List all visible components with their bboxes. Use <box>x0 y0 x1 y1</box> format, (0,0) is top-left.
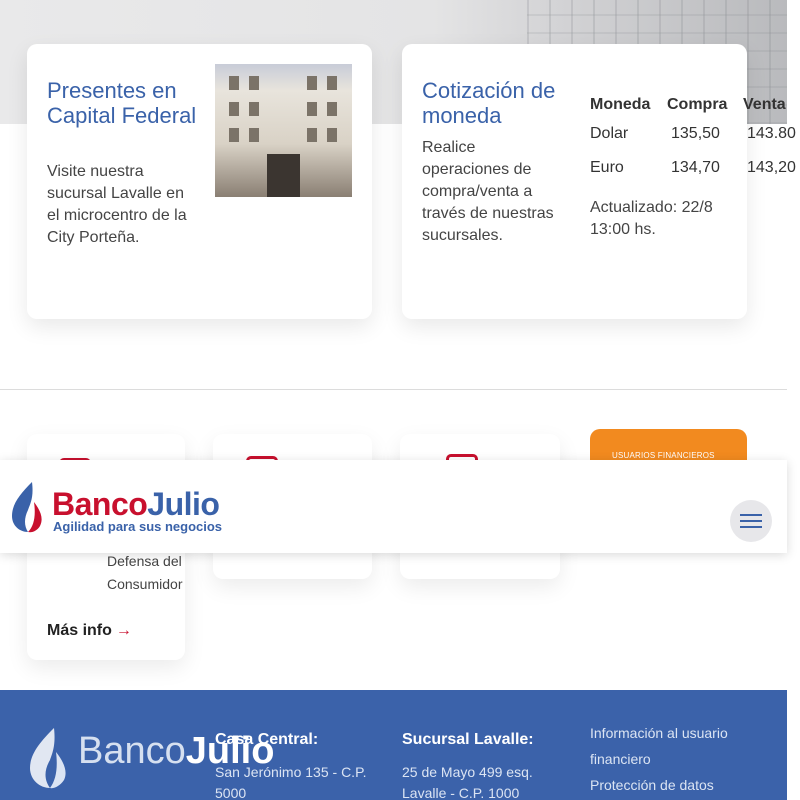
footer: BancoJulio Casa Central: San Jerónimo 13… <box>0 690 787 800</box>
promo-label: USUARIOS FINANCIEROS <box>612 451 715 460</box>
logo-word-julio: Julio <box>147 486 220 522</box>
casa-central-title: Casa Central: <box>215 731 319 748</box>
row-currency: Dolar <box>590 125 629 142</box>
menu-button[interactable] <box>730 500 772 542</box>
logo-wordmark: BancoJulio <box>52 486 220 523</box>
row-buy: 135,50 <box>671 125 720 142</box>
header-moneda: Moneda <box>590 96 651 113</box>
flame-logo-icon <box>12 482 42 533</box>
header-venta: Venta <box>743 96 786 113</box>
footer-links: Información al usuario financiero Protec… <box>590 720 750 798</box>
hamburger-line <box>740 526 762 528</box>
section-divider <box>0 389 787 390</box>
updated-note: Actualizado: 22/8 13:00 hs. <box>590 199 713 238</box>
currency-card: Cotización de moneda Realice operaciones… <box>402 44 796 319</box>
logo-tagline: Agilidad para sus negocios <box>53 519 223 534</box>
currency-card-text: Realice operaciones de compra/venta a tr… <box>422 139 554 244</box>
more-info-label: Más info <box>47 622 112 639</box>
row-currency: Euro <box>590 159 624 176</box>
arrow-right-icon: → <box>115 622 132 639</box>
sucursal-lavalle-title: Sucursal Lavalle: <box>402 731 534 748</box>
header-compra: Compra <box>667 96 728 113</box>
row-sell: 143.80 <box>747 125 796 142</box>
more-info-link[interactable]: Más info → <box>47 622 132 640</box>
footer-link-data-protection[interactable]: Protección de datos <box>590 772 750 798</box>
capital-card-text: Visite nuestra sucursal Lavalle en el mi… <box>47 163 187 246</box>
sucursal-lavalle-address: 25 de Mayo 499 esq. Lavalle - C.P. 1000 <box>402 764 533 800</box>
footer-link-user-info[interactable]: Información al usuario financiero <box>590 720 750 772</box>
footer-word-banco: Banco <box>78 730 186 772</box>
capital-card: Presentes en Capital Federal Visite nues… <box>27 44 372 319</box>
capital-card-title: Presentes en Capital Federal <box>47 78 197 128</box>
hamburger-line <box>740 520 762 522</box>
logo-word-banco: Banco <box>52 486 148 522</box>
hamburger-icon <box>740 514 762 516</box>
consumer-text: Defensa del Consumidor <box>107 553 183 592</box>
casa-central-address: San Jerónimo 135 - C.P. 5000 <box>215 764 367 800</box>
branch-photo <box>215 64 352 197</box>
top-navbar: BancoJulio Agilidad para sus negocios <box>0 460 787 553</box>
currency-card-title: Cotización de moneda <box>422 78 556 128</box>
footer-flame-icon <box>30 728 66 789</box>
row-buy: 134,70 <box>671 159 720 176</box>
row-sell: 143,20 <box>747 159 796 176</box>
banco-julio-logo[interactable]: BancoJulio Agilidad para sus negocios <box>10 480 223 535</box>
